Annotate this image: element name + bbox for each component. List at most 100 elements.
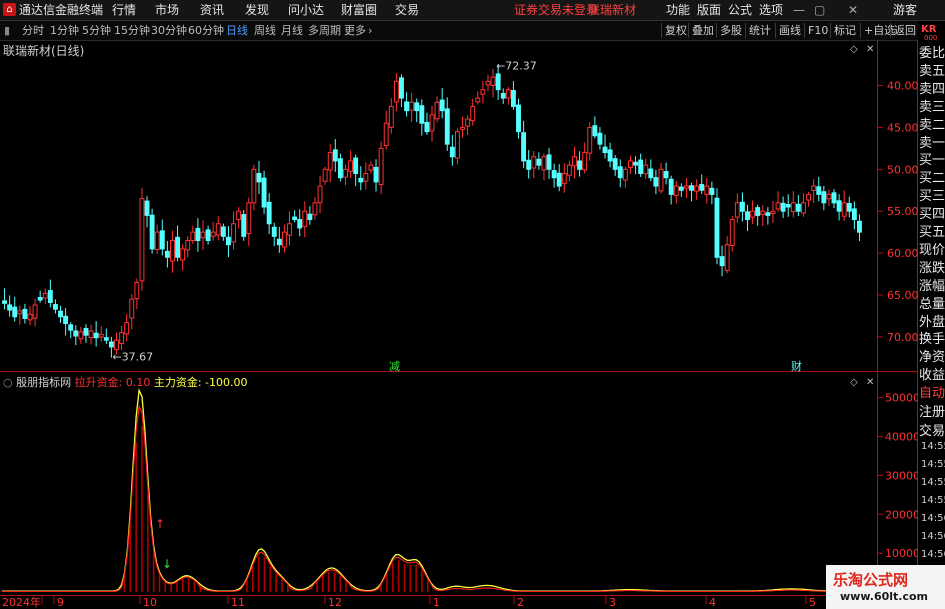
menu-xuanxiang[interactable]: 选项 <box>759 3 783 17</box>
ind-y-tick-label: 30000 <box>885 469 920 482</box>
close-icon[interactable]: ✕ <box>848 3 858 17</box>
period-daily[interactable]: 日线 <box>226 24 248 38</box>
menu-wenxiaoda[interactable]: 问小达 <box>288 3 324 17</box>
menu-jiaoyi[interactable]: 交易 <box>395 3 419 17</box>
panel-circle-icon[interactable]: ○ <box>3 376 13 389</box>
chart-menu-icon[interactable]: ▮ <box>4 24 10 38</box>
candle <box>404 101 410 112</box>
period-monthly[interactable]: 月线 <box>281 24 303 38</box>
x-tick-label: 2 <box>517 596 524 609</box>
candle <box>806 193 812 201</box>
btn-diejia[interactable]: 叠加 <box>688 23 717 38</box>
login-status[interactable]: 证券交易未登录 <box>514 3 598 17</box>
x-tick-label: 2024年 <box>2 595 41 609</box>
candle <box>307 213 313 221</box>
candle <box>510 89 516 107</box>
candle <box>795 203 801 212</box>
candle <box>37 296 43 301</box>
period-1min[interactable]: 1分钟 <box>50 24 79 38</box>
diamond-icon[interactable]: ◇ <box>850 44 858 55</box>
candle <box>739 201 745 212</box>
close-panel-icon[interactable]: ✕ <box>866 44 874 55</box>
candle <box>424 121 430 133</box>
candle <box>826 193 832 200</box>
candle <box>566 164 572 176</box>
candle <box>689 185 694 191</box>
menu-gongneng[interactable]: 功能 <box>666 3 690 17</box>
candle <box>68 324 74 331</box>
candle <box>88 330 94 339</box>
y-tick-label: 55.00 <box>887 205 919 218</box>
candle <box>831 192 837 204</box>
candle <box>617 166 623 179</box>
kline-chart-area[interactable]: 70.00 65.00 60.00 55.00 50.00 45.00 40.00 ←72.… <box>0 40 945 609</box>
sidebar-auto[interactable]: 自动 <box>919 383 945 404</box>
period-30min[interactable]: 30分钟 <box>151 24 187 38</box>
y-tick-label: 60.00 <box>887 247 919 260</box>
candle <box>683 185 689 189</box>
minimize-icon[interactable]: — <box>793 3 805 17</box>
menu-gongshi[interactable]: 公式 <box>728 3 752 17</box>
btn-f10[interactable]: F10 <box>804 23 831 38</box>
candle <box>292 216 298 221</box>
period-5min[interactable]: 5分钟 <box>82 24 111 38</box>
candle <box>821 191 827 204</box>
menu-zixun[interactable]: 资讯 <box>200 3 224 17</box>
trade-time-5: 14:56 <box>921 531 945 542</box>
sidebar-register[interactable]: 注册 <box>919 402 945 423</box>
diamond-icon-2[interactable]: ◇ <box>850 377 858 388</box>
menu-hangqing[interactable]: 行情 <box>112 3 136 17</box>
btn-duogu[interactable]: 多股 <box>716 23 745 38</box>
watermark-url: www.60lt.com <box>840 590 929 603</box>
maximize-icon[interactable]: ▢ <box>814 3 825 17</box>
candle <box>220 226 226 237</box>
btn-tongji[interactable]: 统计 <box>745 23 774 38</box>
indicator-name[interactable]: 殷朋指标网 <box>16 376 71 389</box>
candle <box>134 281 140 300</box>
candle <box>200 231 206 239</box>
candle <box>470 105 476 122</box>
btn-biaoji[interactable]: 标记 <box>830 23 859 38</box>
candle <box>811 185 817 191</box>
financial-report-marker[interactable]: 财 <box>791 359 802 373</box>
candle <box>790 202 796 213</box>
x-tick-label: 11 <box>231 596 245 609</box>
up-arrow-icon: ↑ <box>155 517 165 531</box>
trade-time-2: 14:55 <box>921 477 945 488</box>
close-panel-icon-2[interactable]: ✕ <box>866 377 874 388</box>
candle <box>414 102 420 112</box>
candle <box>816 186 822 195</box>
candle <box>592 125 598 137</box>
guest-label[interactable]: 游客 <box>893 3 917 17</box>
candle <box>276 238 282 246</box>
candle <box>12 306 18 318</box>
chevron-right-icon[interactable]: › <box>368 24 372 38</box>
period-more[interactable]: 更多 <box>344 24 366 38</box>
period-60min[interactable]: 60分钟 <box>188 24 224 38</box>
candle <box>668 178 674 195</box>
btn-huaxian[interactable]: 画线 <box>775 23 804 38</box>
candle <box>332 149 338 162</box>
period-fenshi[interactable]: 分时 <box>22 24 44 38</box>
btn-back[interactable]: 返回 <box>890 23 919 38</box>
candle <box>175 236 181 258</box>
menu-caifuquan[interactable]: 财富圈 <box>341 3 377 17</box>
reduce-holding-marker[interactable]: 减 <box>389 360 400 373</box>
btn-fuquan[interactable]: 复权 <box>661 23 690 38</box>
candle <box>536 158 542 166</box>
period-weekly[interactable]: 周线 <box>254 24 276 38</box>
candle <box>22 308 28 319</box>
candle <box>653 177 659 187</box>
candle <box>846 203 852 212</box>
period-15min[interactable]: 15分钟 <box>114 24 150 38</box>
low-price-label: ←37.67 <box>112 350 153 363</box>
candle <box>164 250 170 258</box>
candle <box>648 168 654 179</box>
candle <box>699 184 705 191</box>
candle <box>597 132 603 145</box>
menu-banmian[interactable]: 版面 <box>697 3 721 17</box>
menu-shichang[interactable]: 市场 <box>155 3 179 17</box>
menu-faxian[interactable]: 发现 <box>245 3 269 17</box>
candle <box>185 240 191 251</box>
period-multi[interactable]: 多周期 <box>308 24 341 38</box>
